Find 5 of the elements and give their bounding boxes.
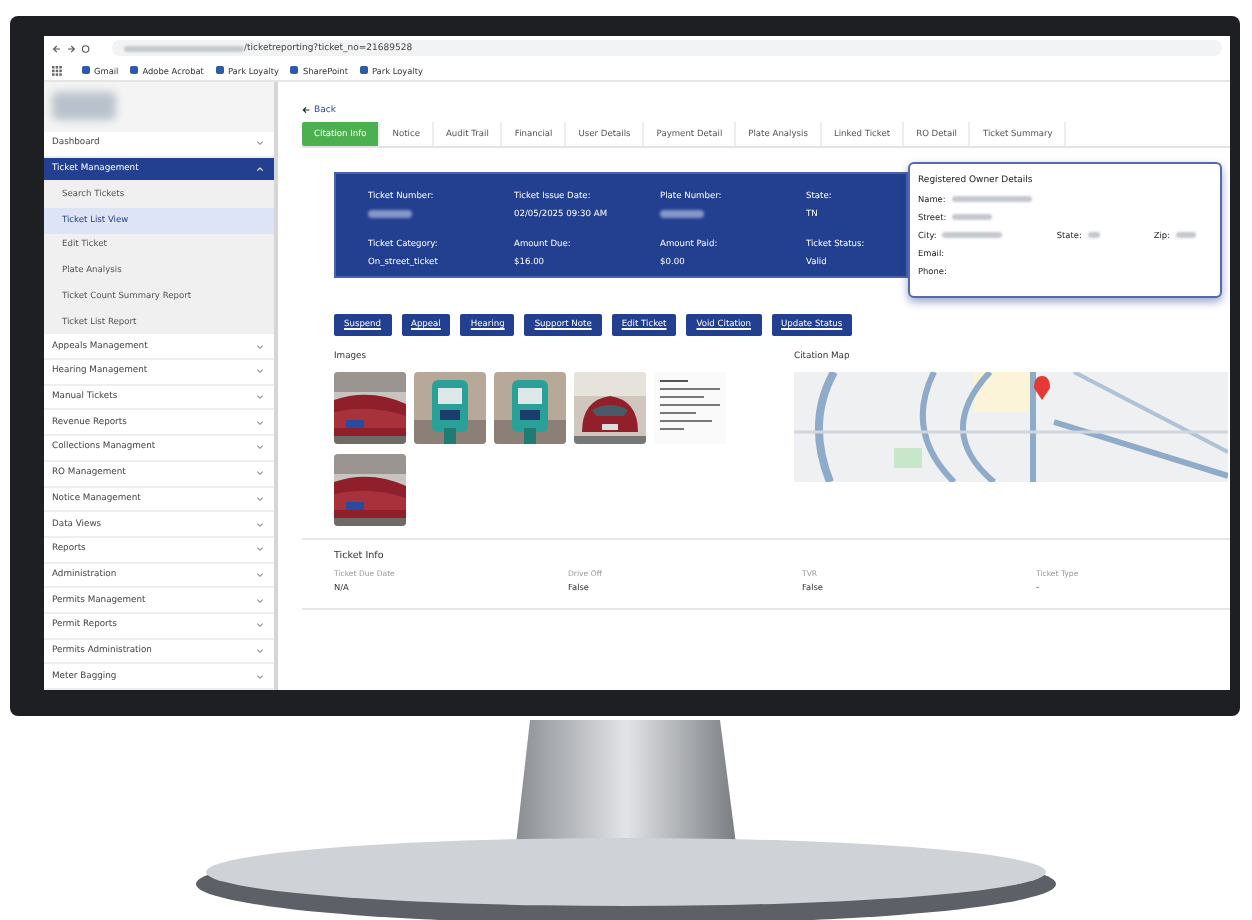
- apps-grid-icon[interactable]: [52, 65, 62, 75]
- redacted-value: [368, 210, 412, 218]
- logo-icon: [52, 92, 116, 120]
- redacted-value: [660, 210, 704, 218]
- back-arrow-icon: [302, 106, 310, 114]
